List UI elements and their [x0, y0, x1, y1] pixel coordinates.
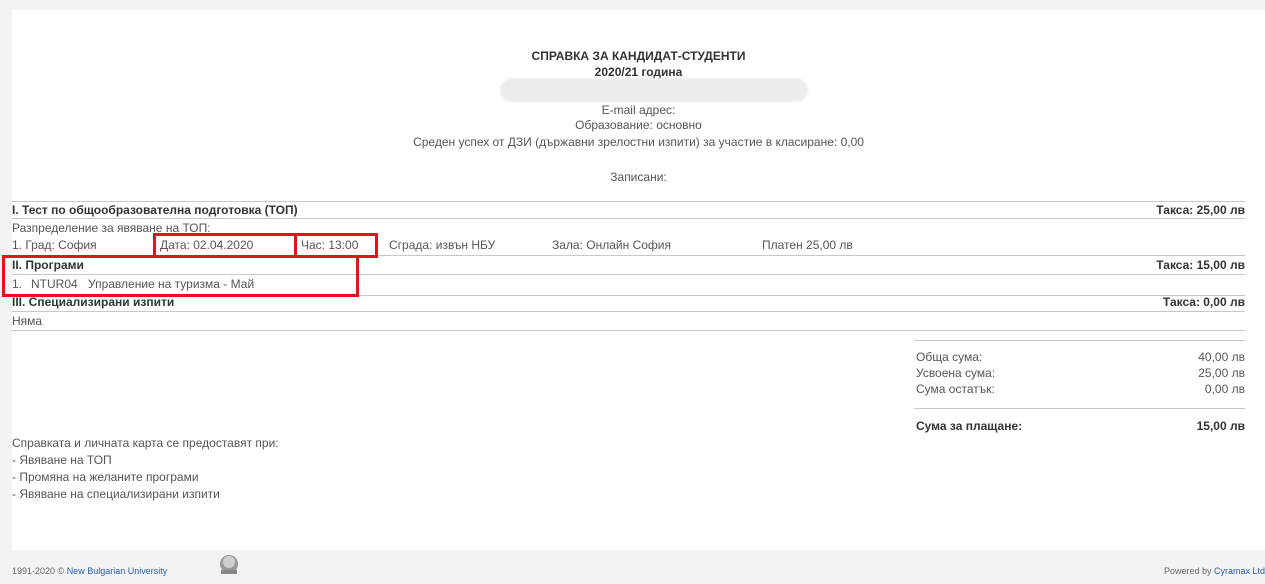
average-grade-line: Среден успех от ДЗИ (държавни зрелостни … — [413, 135, 864, 149]
notes-item: - Явяване на ТОП — [12, 453, 112, 467]
remaining-label: Сума остатък: — [916, 382, 995, 396]
divider — [12, 311, 1245, 312]
divider — [12, 330, 1245, 331]
section-special-fee: Такса: 0,00 лв — [1162, 295, 1245, 309]
powered-text: Powered by — [1163, 566, 1214, 576]
payment-status: Платен 25,00 лв — [762, 238, 853, 252]
page-footer: 1991-2020 © New Bulgarian University Pow… — [0, 550, 1265, 584]
footer-powered: Powered by Cyramax Ltd — [1164, 566, 1265, 576]
summary-divider — [914, 408, 1245, 409]
exam-city: 1. Град: София — [12, 238, 97, 252]
redacted-name — [500, 78, 808, 102]
pay-value: 15,00 лв — [1196, 419, 1245, 433]
absorbed-value: 25,00 лв — [1198, 366, 1245, 380]
pay-label: Сума за плащане: — [916, 419, 1023, 433]
education-line: Образование: основно — [575, 118, 702, 132]
section-programs-fee: Такса: 15,00 лв — [1156, 258, 1245, 272]
exam-hall: Зала: Онлайн София — [552, 238, 671, 252]
enrolled-label: Записани: — [610, 170, 667, 184]
university-logo-icon — [218, 554, 240, 576]
divider — [12, 218, 1245, 219]
academic-year: 2020/21 година — [594, 65, 683, 79]
vendor-link[interactable]: Cyramax Ltd — [1214, 566, 1265, 576]
document-title: СПРАВКА ЗА КАНДИДАТ-СТУДЕНТИ — [531, 49, 746, 63]
section-top-title: I. Тест по общообразователна подготовка … — [12, 203, 298, 217]
copyright-text: 1991-2020 © — [12, 566, 67, 576]
divider — [12, 201, 1245, 202]
university-link[interactable]: New Bulgarian University — [67, 566, 168, 576]
notes-intro: Справката и личната карта се предоставят… — [12, 436, 279, 450]
summary-divider — [914, 340, 1245, 341]
special-exams-none: Няма — [12, 314, 43, 328]
absorbed-label: Усвоена сума: — [916, 366, 996, 380]
exam-building: Сграда: извън НБУ — [389, 238, 496, 252]
total-value: 40,00 лв — [1198, 350, 1245, 364]
email-line: E-mail адрес: — [601, 103, 676, 117]
notes-item: - Явяване на специализирани изпити — [12, 487, 220, 501]
section-top-fee: Такса: 25,00 лв — [1156, 203, 1245, 217]
section-special-title: III. Специализирани изпити — [12, 295, 175, 309]
footer-copyright: 1991-2020 © New Bulgarian University — [12, 566, 167, 576]
remaining-value: 0,00 лв — [1204, 382, 1245, 396]
highlight-programs-box — [2, 255, 359, 297]
certificate-sheet: СПРАВКА ЗА КАНДИДАТ-СТУДЕНТИ 2020/21 год… — [2, 10, 1265, 550]
notes-item: - Промяна на желаните програми — [12, 470, 199, 484]
total-label: Обща сума: — [916, 350, 983, 364]
